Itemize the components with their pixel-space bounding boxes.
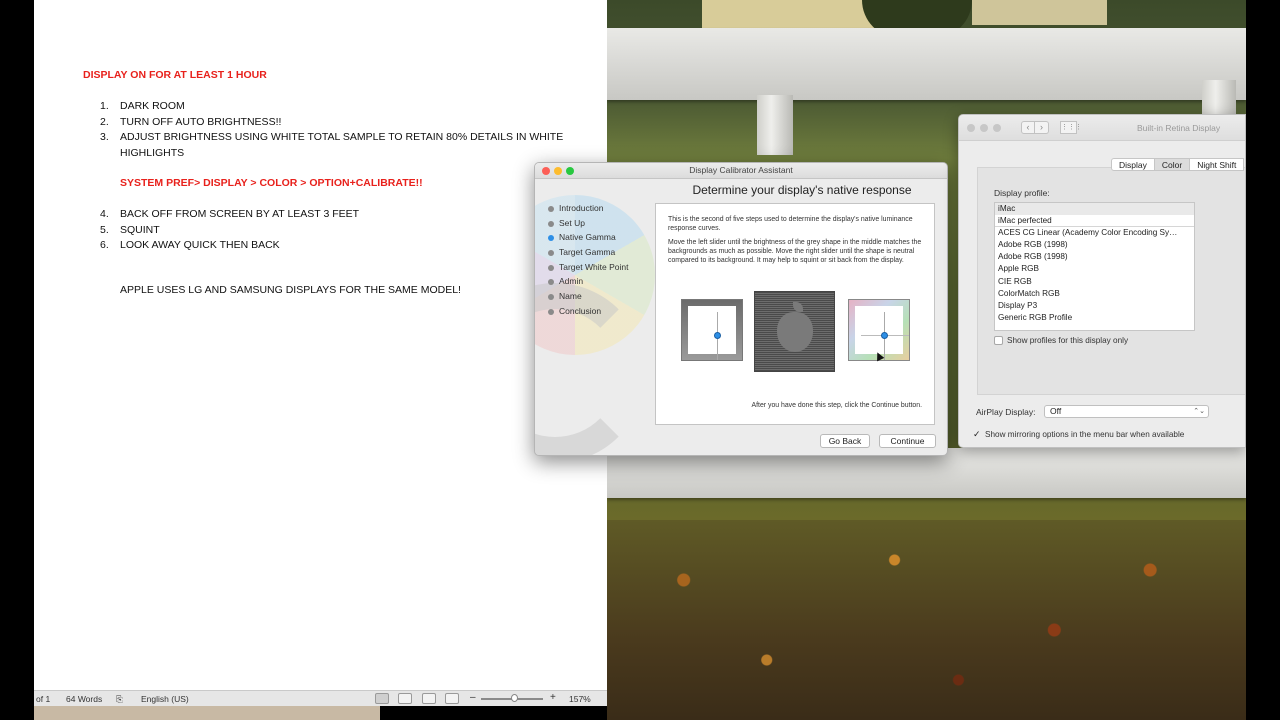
- zoom-out-icon[interactable]: –: [470, 692, 476, 703]
- display-profile-label: Display profile:: [994, 188, 1050, 198]
- list-item[interactable]: Adobe RGB (1998): [995, 239, 1194, 251]
- zoom-level[interactable]: 157%: [569, 694, 591, 704]
- luminance-slider-field[interactable]: [688, 306, 736, 360]
- outline-view-button[interactable]: [422, 693, 436, 704]
- apple-leaf-icon: [793, 302, 803, 312]
- show-all-grid-icon[interactable]: ⋮⋮⋮: [1060, 121, 1082, 134]
- list-item[interactable]: iMac: [995, 203, 1194, 216]
- luminance-slider-box[interactable]: [681, 299, 743, 361]
- fence-rail-top: [607, 28, 1246, 100]
- step-set-up: Set Up: [548, 218, 628, 233]
- list-item: HIGHLIGHTS: [120, 146, 185, 159]
- minimize-button[interactable]: [980, 124, 988, 132]
- doc-list-1: 1. DARK ROOM 2. TURN OFF AUTO BRIGHTNESS!!…: [100, 99, 564, 161]
- display-calibrator-window[interactable]: Display Calibrator Assistant Introductio…: [534, 162, 948, 456]
- calibrator-after-text: After you have done this step, click the…: [751, 402, 922, 409]
- airplay-display-select[interactable]: Off ⌃⌄: [1044, 405, 1209, 418]
- calibrator-instructions-text: Move the left slider until the brightnes…: [668, 239, 922, 264]
- doc-note: APPLE USES LG AND SAMSUNG DISPLAYS FOR T…: [120, 284, 461, 296]
- chevron-updown-icon: ⌃⌄: [1193, 408, 1205, 415]
- tab-color[interactable]: Color: [1154, 158, 1191, 171]
- zoom-button[interactable]: [993, 124, 1001, 132]
- list-item[interactable]: ACES CG Linear (Academy Color Encoding S…: [995, 227, 1194, 239]
- desktop: DISPLAY ON FOR AT LEAST 1 HOUR 1. DARK RO…: [0, 0, 1280, 720]
- step-native-gamma: Native Gamma: [548, 232, 628, 247]
- wallpaper-leaves: [607, 520, 1246, 720]
- list-item[interactable]: ColorMatch RGB: [995, 288, 1194, 300]
- system-preferences-window[interactable]: ‹ › ⋮⋮⋮ Built-in Retina Display Display …: [958, 114, 1246, 448]
- apple-logo-icon: [777, 312, 813, 352]
- go-back-button[interactable]: Go Back: [820, 434, 870, 448]
- airplay-display-label: AirPlay Display:: [976, 407, 1036, 417]
- calibrator-titlebar[interactable]: Display Calibrator Assistant: [535, 163, 947, 179]
- tint-slider-field[interactable]: [855, 306, 909, 360]
- doc-red-instruction: SYSTEM PREF> DISPLAY > COLOR > OPTION+CA…: [120, 177, 423, 189]
- show-profiles-checkbox[interactable]: [994, 336, 1003, 345]
- step-admin: Admin: [548, 276, 628, 291]
- list-item: 2. TURN OFF AUTO BRIGHTNESS!!: [100, 115, 282, 128]
- word-status-bar: of 1 64 Words ⎘ English (US) – + 157%: [34, 690, 607, 706]
- web-layout-view-button[interactable]: [398, 693, 412, 704]
- calibrator-intro-text: This is the second of five steps used to…: [668, 216, 913, 232]
- list-item: 1. DARK ROOM: [100, 100, 185, 112]
- list-item: 6. LOOK AWAY QUICK THEN BACK: [100, 239, 280, 251]
- zoom-in-icon[interactable]: +: [550, 692, 556, 703]
- zoom-slider-knob[interactable]: [511, 694, 518, 702]
- list-item[interactable]: Apple RGB: [995, 263, 1194, 275]
- forward-chevron-icon[interactable]: ›: [1035, 121, 1049, 134]
- list-item: 4. BACK OFF FROM SCREEN BY AT LEAST 3 FEE…: [100, 208, 360, 220]
- list-item[interactable]: CIE RGB: [995, 276, 1194, 288]
- fence-post: [757, 95, 793, 155]
- tab-display[interactable]: Display: [1111, 158, 1155, 171]
- doc-list-2: 4. BACK OFF FROM SCREEN BY AT LEAST 3 FEE…: [100, 207, 360, 254]
- mirroring-label: Show mirroring options in the menu bar w…: [985, 430, 1185, 439]
- word-count[interactable]: 64 Words: [66, 694, 102, 704]
- doc-heading: DISPLAY ON FOR AT LEAST 1 HOUR: [83, 69, 267, 81]
- focus-view-button[interactable]: [445, 693, 459, 704]
- list-item[interactable]: Adobe RGB (1998): [995, 251, 1194, 263]
- list-item[interactable]: Generic RGB Profile: [995, 312, 1194, 324]
- calibrator-headline: Determine your display's native response: [692, 183, 912, 197]
- list-item: 5. SQUINT: [100, 223, 160, 236]
- apple-gamma-sample: [754, 291, 835, 372]
- show-profiles-label: Show profiles for this display only: [1007, 336, 1129, 345]
- continue-button[interactable]: Continue: [879, 434, 936, 448]
- luminance-slider-knob[interactable]: [714, 332, 721, 339]
- step-target-white-point: Target White Point: [548, 262, 628, 277]
- step-introduction: Introduction: [548, 203, 628, 218]
- language-label[interactable]: English (US): [141, 694, 189, 704]
- calibrator-content-panel: This is the second of five steps used to…: [655, 203, 935, 425]
- tint-slider-knob[interactable]: [881, 332, 888, 339]
- proofing-icon[interactable]: ⎘: [116, 694, 123, 705]
- wallpaper-house-2: [972, 0, 1107, 25]
- calibrator-step-list: Introduction Set Up Native Gamma Target …: [548, 203, 628, 321]
- airplay-display-value: Off: [1050, 406, 1062, 416]
- calibrator-window-title: Display Calibrator Assistant: [689, 165, 793, 175]
- sysprefs-tab-bar: Display Color Night Shift: [1111, 158, 1245, 171]
- back-chevron-icon[interactable]: ‹: [1021, 121, 1035, 134]
- display-profile-list[interactable]: iMac iMac perfected ACES CG Linear (Acad…: [994, 202, 1195, 331]
- step-target-gamma: Target Gamma: [548, 247, 628, 262]
- step-conclusion: Conclusion: [548, 306, 628, 321]
- word-document-page[interactable]: DISPLAY ON FOR AT LEAST 1 HOUR 1. DARK RO…: [34, 0, 607, 690]
- mirroring-checkbox[interactable]: ✓: [973, 429, 981, 440]
- close-button[interactable]: [967, 124, 975, 132]
- print-layout-view-button[interactable]: [375, 693, 389, 704]
- sysprefs-titlebar[interactable]: ‹ › ⋮⋮⋮ Built-in Retina Display: [959, 115, 1245, 141]
- list-item: 3. ADJUST BRIGHTNESS USING WHITE TOTAL SA…: [100, 131, 564, 143]
- list-item[interactable]: Display P3: [995, 300, 1194, 312]
- tab-night-shift[interactable]: Night Shift: [1190, 158, 1245, 171]
- list-item[interactable]: iMac perfected: [995, 215, 1194, 228]
- page-count[interactable]: of 1: [36, 694, 50, 704]
- step-name: Name: [548, 291, 628, 306]
- desktop-strip: [34, 706, 380, 720]
- sysprefs-window-title: Built-in Retina Display: [1137, 123, 1221, 133]
